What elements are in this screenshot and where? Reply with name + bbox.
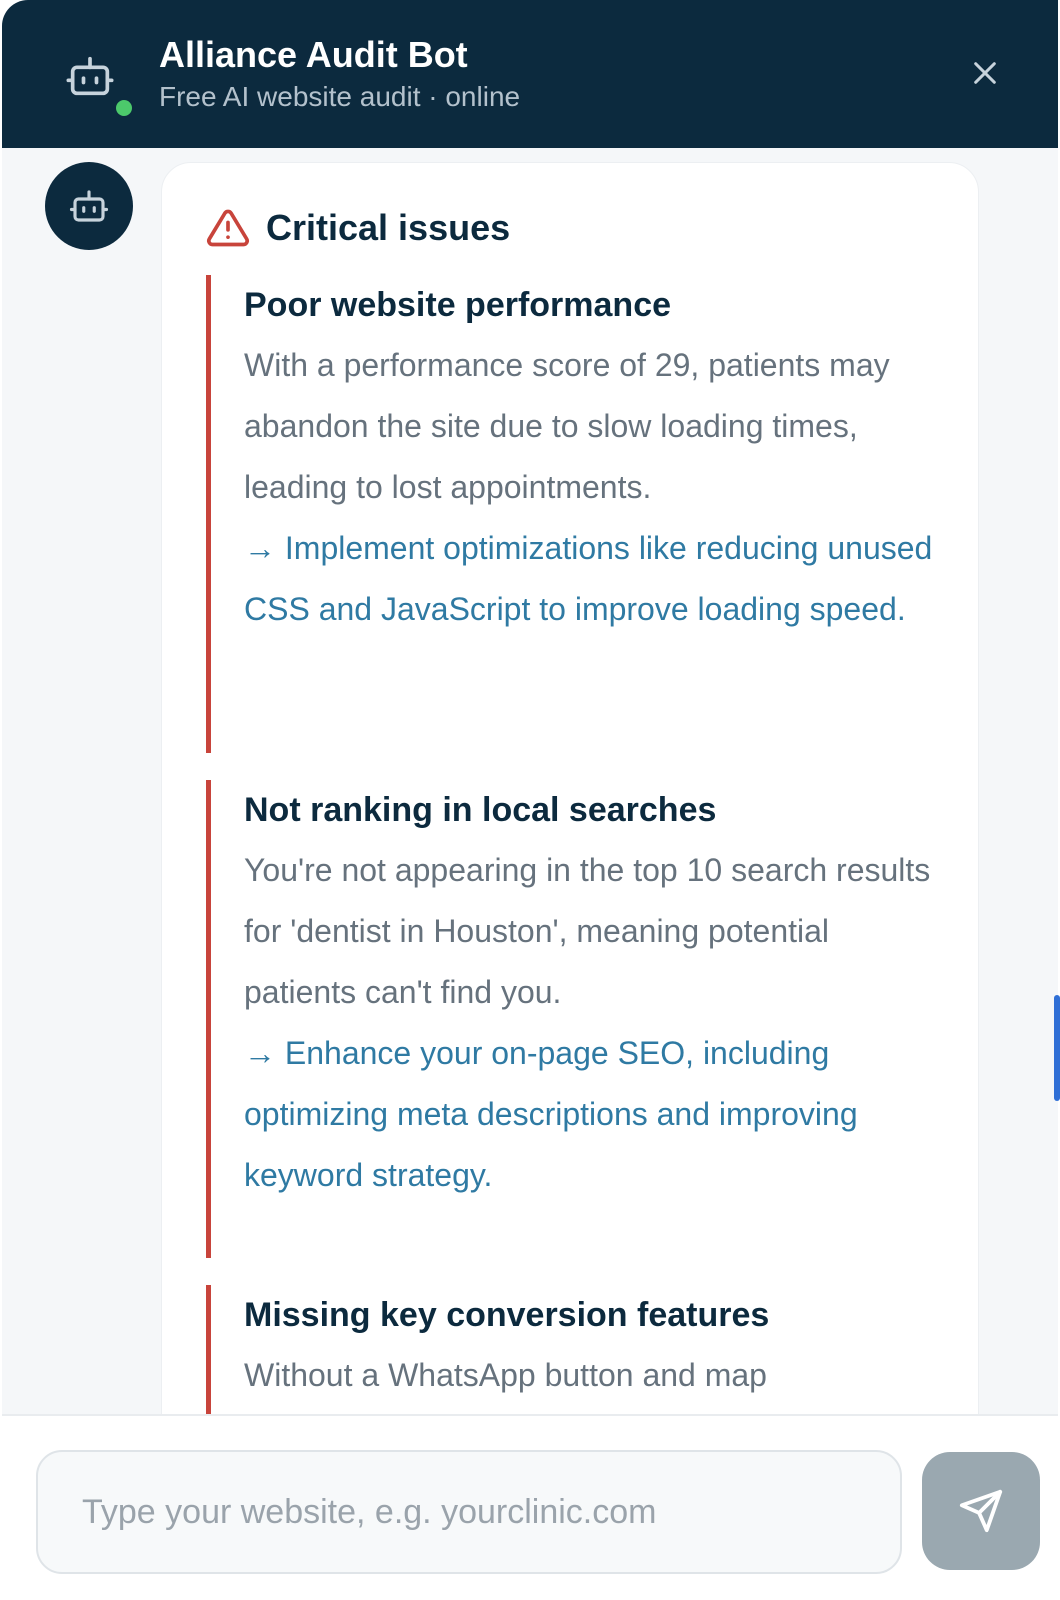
issue-item: Poor website performance With a performa… (206, 275, 946, 753)
send-icon (959, 1489, 1003, 1533)
message-list[interactable]: Critical issues Poor website performance… (2, 148, 1058, 1414)
chat-widget: Alliance Audit Bot Free AI website audit… (2, 0, 1058, 1600)
robot-icon (69, 190, 109, 222)
warning-triangle-icon (207, 209, 249, 247)
issue-item: Not ranking in local searches You're not… (206, 780, 946, 1258)
bot-avatar (45, 162, 133, 250)
issue-description: You're not appearing in the top 10 searc… (244, 852, 931, 1010)
issue-title: Poor website performance (244, 286, 672, 324)
issue-title: Not ranking in local searches (244, 791, 717, 829)
online-status-dot (116, 100, 132, 116)
website-input[interactable] (36, 1450, 902, 1574)
issue-fix: → Enhance your on-page SEO, including op… (244, 1035, 858, 1193)
issue-title: Missing key conversion features (244, 1296, 770, 1334)
send-button[interactable] (922, 1452, 1040, 1570)
close-button[interactable] (960, 48, 1010, 98)
bot-message-bubble: Critical issues Poor website performance… (161, 162, 979, 1414)
page-scrollbar-thumb[interactable] (1054, 995, 1060, 1101)
chat-header: Alliance Audit Bot Free AI website audit… (2, 0, 1058, 148)
composer-bar (2, 1414, 1058, 1600)
chat-subtitle: Free AI website audit · online (159, 81, 521, 112)
section-title: Critical issues (266, 207, 511, 248)
robot-icon (66, 56, 114, 96)
issue-description: Without a WhatsApp button and map (244, 1357, 767, 1393)
close-icon (974, 62, 996, 84)
chat-title: Alliance Audit Bot (159, 34, 468, 75)
issue-fix: → Implement optimizations like reducing … (244, 530, 933, 627)
issue-description: With a performance score of 29, patients… (244, 347, 890, 505)
issue-item: Missing key conversion features Without … (206, 1285, 946, 1414)
section-heading: Critical issues (206, 205, 510, 251)
